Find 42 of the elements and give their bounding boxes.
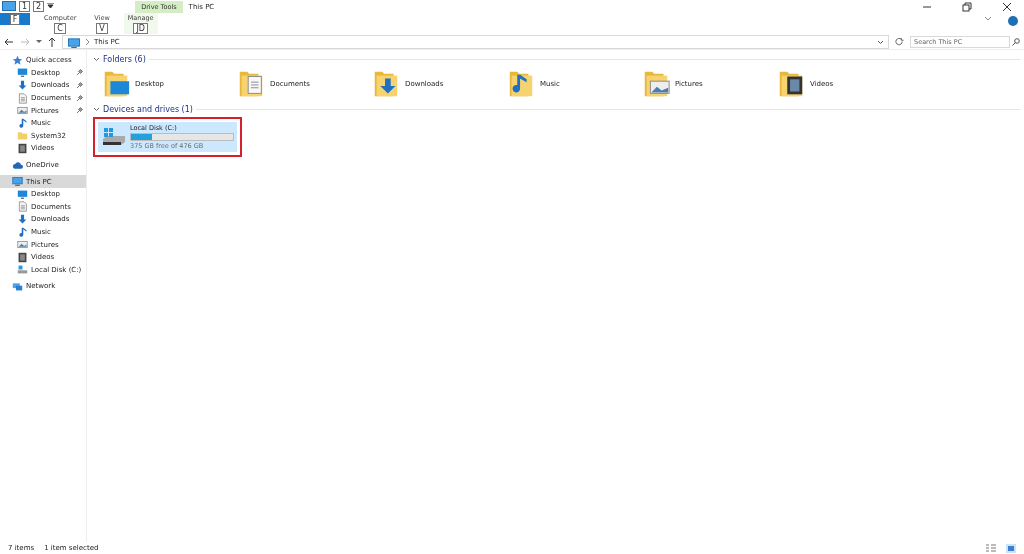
file-tab[interactable]: F <box>0 13 30 25</box>
landscape-icon <box>17 105 28 117</box>
cloud-icon <box>12 159 23 171</box>
music-note-icon <box>17 226 28 238</box>
star-icon <box>12 54 23 66</box>
key-tip: 2 <box>33 1 45 12</box>
key-tip: F <box>9 13 21 25</box>
collapse-icon[interactable] <box>93 106 100 112</box>
group-header[interactable]: Folders (6) <box>103 54 146 64</box>
computer-icon <box>12 176 23 188</box>
restore-icon[interactable] <box>962 1 972 12</box>
dropdown-icon[interactable] <box>47 2 55 11</box>
music-note-icon <box>17 117 28 129</box>
computer-icon <box>67 36 81 48</box>
drive-icon <box>17 264 28 276</box>
back-icon[interactable] <box>4 38 14 46</box>
chevron-icon <box>85 39 90 45</box>
document-icon <box>17 201 28 213</box>
document-icon <box>17 92 28 104</box>
landscape-icon <box>17 239 28 251</box>
group-header[interactable]: Devices and drives (1) <box>103 104 193 114</box>
monitor-icon <box>17 67 28 79</box>
network-icon <box>12 280 23 292</box>
key-tip: JD <box>133 23 148 34</box>
expand-ribbon-icon[interactable] <box>984 16 992 22</box>
down-arrow-icon <box>17 80 28 91</box>
large-icons-view-icon[interactable] <box>1006 543 1016 553</box>
dropdown-icon[interactable] <box>877 39 884 45</box>
down-arrow-icon <box>17 213 28 225</box>
search-icon <box>1012 38 1020 46</box>
refresh-icon[interactable] <box>895 37 904 47</box>
key-tip: 1 <box>19 1 31 12</box>
folder-icon <box>17 130 28 142</box>
film-icon <box>17 142 28 154</box>
close-icon[interactable] <box>1002 1 1012 12</box>
recent-icon[interactable] <box>36 40 42 44</box>
monitor-icon <box>17 188 28 200</box>
collapse-icon[interactable] <box>93 56 100 62</box>
film-icon <box>17 251 28 263</box>
up-icon[interactable] <box>48 37 56 47</box>
key-tip: C <box>54 23 66 34</box>
key-tip: V <box>96 23 108 34</box>
